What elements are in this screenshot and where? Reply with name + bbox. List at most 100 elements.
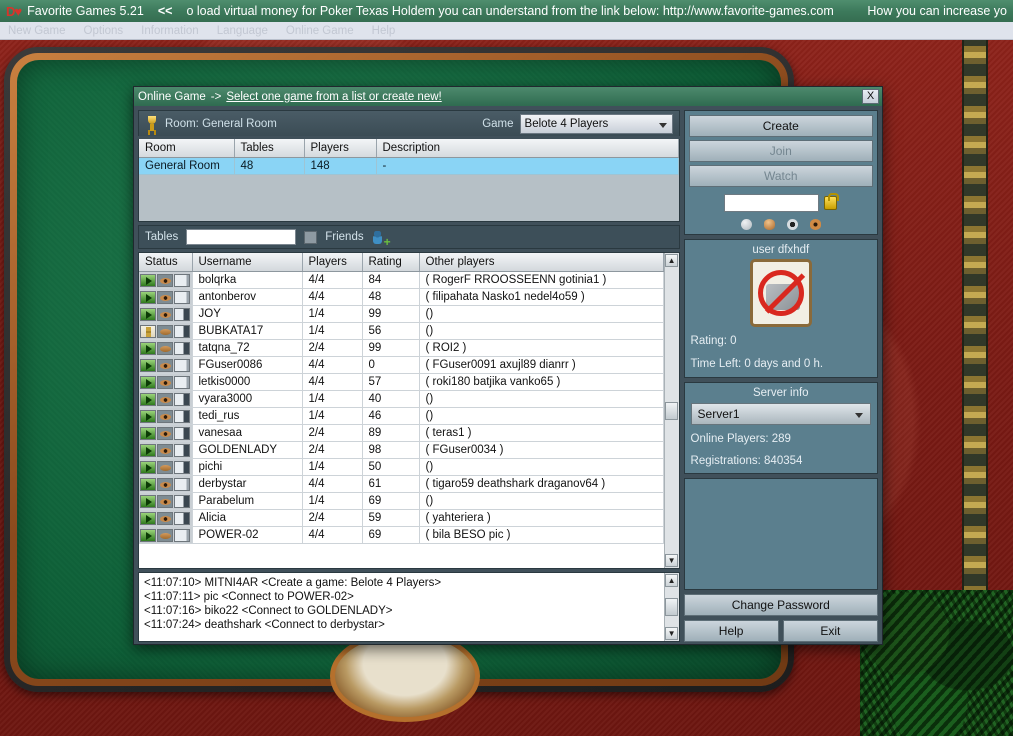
change-password-button[interactable]: Change Password (684, 594, 878, 616)
table-state-icon (140, 512, 156, 525)
dialog-title-instruction: Select one game from a list or create ne… (226, 91, 441, 103)
friends-filter-label: Friends (325, 231, 363, 243)
option-toggle-closed-eye-icon[interactable] (764, 219, 775, 230)
tables-col-players[interactable]: Players (302, 253, 362, 272)
table-row[interactable]: vanesaa2/489( teras1 ) (139, 425, 663, 442)
table-row[interactable]: bolqrka4/484( RogerF RROOSSEENN gotinia1… (139, 272, 663, 289)
table-row[interactable]: Alicia2/459( yahteriera ) (139, 510, 663, 527)
spectate-icon (157, 376, 173, 389)
rooms-col-room[interactable]: Room (139, 139, 234, 158)
watch-button[interactable]: Watch (689, 165, 873, 187)
menu-item-new-game[interactable]: New Game (8, 25, 66, 37)
seats-indicator-icon (174, 274, 190, 287)
table-cell-rating: 99 (362, 340, 419, 357)
table-cell-players: 4/4 (302, 272, 362, 289)
avatar[interactable] (750, 259, 812, 327)
tables-table-body: bolqrka4/484( RogerF RROOSSEENN gotinia1… (139, 272, 663, 544)
status-icon-group (140, 410, 191, 423)
help-button[interactable]: Help (684, 620, 779, 642)
table-row[interactable]: antonberov4/448( filipahata Nasko1 nedel… (139, 289, 663, 306)
tables-table-header-row: Status Username Players Rating Other pla… (139, 253, 663, 272)
create-button[interactable]: Create (689, 115, 873, 137)
table-row[interactable]: pichi1/450() (139, 459, 663, 476)
table-cell-username: pichi (192, 459, 302, 476)
spectate-icon (157, 478, 173, 491)
menu-item-online-game[interactable]: Online Game (286, 25, 354, 37)
menu-item-language[interactable]: Language (217, 25, 268, 37)
ticker-message-primary: o load virtual money for Poker Texas Hol… (186, 4, 833, 18)
table-cell-players: 2/4 (302, 340, 362, 357)
scroll-down-icon[interactable]: ▼ (665, 554, 678, 567)
tables-col-others[interactable]: Other players (419, 253, 663, 272)
status-icon-group (140, 376, 191, 389)
seats-indicator-icon (174, 461, 190, 474)
game-select-dropdown[interactable]: Belote 4 Players (520, 114, 673, 134)
tables-list-panel: Status Username Players Rating Other pla… (138, 252, 680, 569)
tables-filter-label: Tables (145, 231, 178, 243)
exit-button[interactable]: Exit (783, 620, 878, 642)
table-cell-other-players: ( roki180 batjika vanko65 ) (419, 374, 663, 391)
dialog-close-button[interactable]: X (862, 89, 879, 104)
table-cell-players: 1/4 (302, 391, 362, 408)
tables-col-status[interactable]: Status (139, 253, 192, 272)
table-cell-username: derbystar (192, 476, 302, 493)
server-select-dropdown[interactable]: Server1 (691, 403, 871, 425)
rooms-table: Room Tables Players Description General … (139, 139, 679, 175)
table-cell-other-players: () (419, 391, 663, 408)
rooms-col-description[interactable]: Description (376, 139, 678, 158)
table-cell-other-players: () (419, 493, 663, 510)
table-row[interactable]: tedi_rus1/446() (139, 408, 663, 425)
table-state-icon (140, 529, 156, 542)
option-toggle-blank[interactable] (741, 219, 752, 230)
seats-indicator-icon (174, 410, 190, 423)
table-cell-username: JOY (192, 306, 302, 323)
scroll-up-icon[interactable]: ▲ (665, 254, 678, 267)
table-cell-players: 1/4 (302, 306, 362, 323)
chat-scroll-up-icon[interactable]: ▲ (665, 574, 678, 587)
table-password-input[interactable] (724, 194, 819, 212)
menu-item-help[interactable]: Help (372, 25, 396, 37)
rooms-col-tables[interactable]: Tables (234, 139, 304, 158)
table-row[interactable]: Parabelum1/469() (139, 493, 663, 510)
scrollbar-thumb[interactable] (665, 402, 678, 420)
table-cell-status (139, 442, 192, 459)
table-row[interactable]: GOLDENLADY2/498( FGuser0034 ) (139, 442, 663, 459)
status-icon-group (140, 393, 191, 406)
status-icon-group (140, 427, 191, 440)
table-row[interactable]: vyara30001/440() (139, 391, 663, 408)
table-cell-rating: 84 (362, 272, 419, 289)
chat-scroll-down-icon[interactable]: ▼ (665, 627, 678, 640)
app-title: Favorite Games 5.21 (27, 4, 144, 18)
table-row[interactable]: letkis00004/457( roki180 batjika vanko65… (139, 374, 663, 391)
table-cell-players: 1/4 (302, 323, 362, 340)
tables-search-input[interactable] (186, 229, 296, 245)
rooms-col-players[interactable]: Players (304, 139, 376, 158)
table-row[interactable]: JOY1/499() (139, 306, 663, 323)
option-toggle-open-eye-icon[interactable] (810, 219, 821, 230)
join-button[interactable]: Join (689, 140, 873, 162)
chat-vertical-scrollbar[interactable]: ▲ ▼ (664, 573, 679, 641)
table-row[interactable]: BUBKATA171/456() (139, 323, 663, 340)
table-cell-username: Alicia (192, 510, 302, 527)
spectate-icon (157, 325, 173, 338)
option-toggle-selected[interactable] (787, 219, 798, 230)
table-cell-username: tatqna_72 (192, 340, 302, 357)
table-row[interactable]: POWER-024/469( bila BESO pic ) (139, 527, 663, 544)
user-rating-label: Rating: 0 (691, 333, 871, 350)
friends-checkbox[interactable] (304, 231, 317, 244)
add-friend-icon[interactable] (372, 230, 390, 245)
tables-col-username[interactable]: Username (192, 253, 302, 272)
spectate-icon (157, 512, 173, 525)
menu-item-information[interactable]: Information (141, 25, 199, 37)
table-row[interactable]: tatqna_722/499( ROI2 ) (139, 340, 663, 357)
seats-indicator-icon (174, 444, 190, 457)
table-row[interactable]: General Room 48 148 - (139, 158, 678, 175)
menu-item-options[interactable]: Options (84, 25, 124, 37)
tables-col-rating[interactable]: Rating (362, 253, 419, 272)
tables-vertical-scrollbar[interactable]: ▲ ▼ (664, 253, 679, 568)
table-row[interactable]: FGuser00864/40( FGuser0091 axujl89 dianr… (139, 357, 663, 374)
room-cell-description: - (376, 158, 678, 175)
chat-scrollbar-thumb[interactable] (665, 598, 678, 616)
table-row[interactable]: derbystar4/461( tigaro59 deathshark drag… (139, 476, 663, 493)
online-players-label: Online Players: 289 (691, 431, 871, 447)
